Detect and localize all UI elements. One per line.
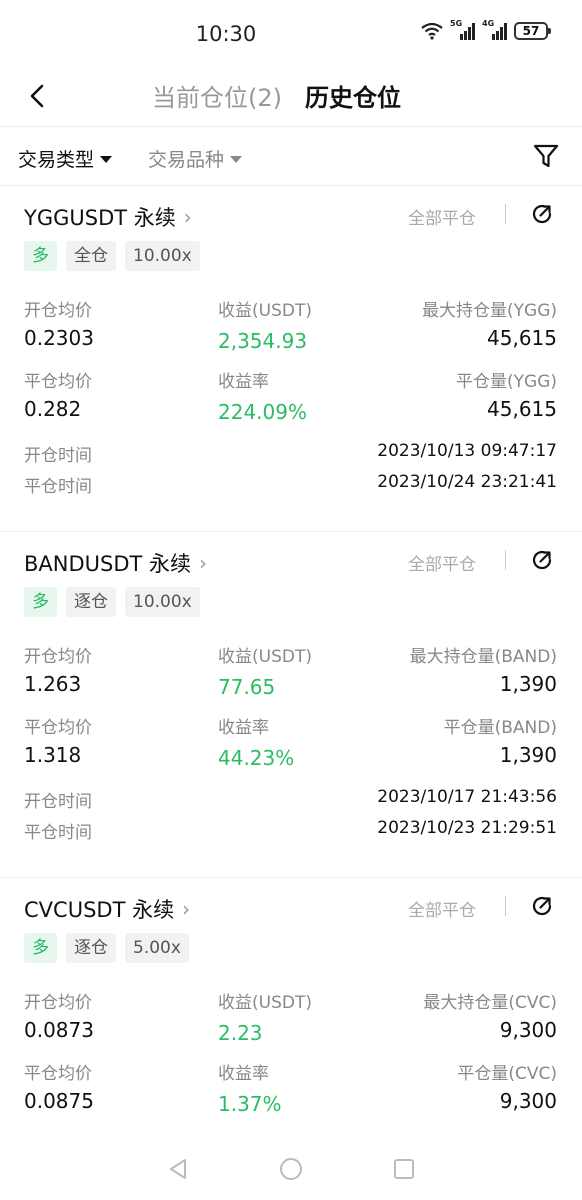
filter-bar: 交易类型 交易品种 (0, 126, 582, 186)
square-recent-icon[interactable] (393, 1158, 415, 1180)
system-nav-bar (0, 1138, 582, 1200)
chevron-left-icon[interactable] (22, 80, 54, 112)
header: 当前仓位(2) 历史仓位 (0, 66, 582, 126)
leverage-badge: 5.00x (125, 933, 189, 963)
position-title-link[interactable]: BANDUSDT 永续 › (24, 548, 207, 578)
status-bar: 10:30 5G 4G 57 (0, 0, 582, 66)
divider (505, 550, 506, 570)
close-avg-label: 平仓均价 (24, 718, 92, 738)
circle-home-icon[interactable] (279, 1157, 303, 1181)
pnl-label: 收益(USDT) (218, 647, 312, 667)
caret-down-icon (230, 156, 243, 163)
close-avg-label: 平仓均价 (24, 1064, 92, 1084)
leverage-badge: 10.00x (125, 241, 200, 271)
position-symbol: CVCUSDT 永续 (24, 898, 175, 922)
share-icon[interactable] (530, 894, 554, 918)
trade-symbol-dropdown[interactable]: 交易品种 (148, 145, 243, 172)
share-icon[interactable] (530, 548, 554, 572)
open-avg-value: 0.0873 (24, 1018, 94, 1042)
position-title-link[interactable]: YGGUSDT 永续 › (24, 202, 192, 232)
position-tags: 多 全仓 10.00x (24, 241, 200, 271)
side-badge: 多 (24, 933, 57, 963)
close-qty-label: 平仓量(BAND) (443, 718, 557, 738)
open-time-value: 2023/10/13 09:47:17 (377, 441, 557, 461)
close-time-label: 平仓时间 (24, 823, 92, 843)
close-time-value: 2023/10/23 21:29:51 (377, 818, 557, 838)
position-card: BANDUSDT 永续 › 全部平仓 多 逐仓 10.00x 开仓均价 收益(U… (0, 532, 582, 878)
divider (505, 896, 506, 916)
leverage-badge: 10.00x (125, 587, 200, 617)
status-icons: 5G 4G 57 (420, 19, 551, 40)
pnl-rate-label: 收益率 (218, 1064, 269, 1084)
open-time-label: 开仓时间 (24, 446, 92, 466)
pnl-rate-label: 收益率 (218, 718, 269, 738)
side-badge: 多 (24, 241, 57, 271)
signal-4g-icon: 4G (482, 19, 508, 40)
close-all-button[interactable]: 全部平仓 (408, 204, 476, 229)
tab-history-positions[interactable]: 历史仓位 (305, 78, 401, 113)
open-avg-label: 开仓均价 (24, 301, 92, 321)
open-avg-value: 1.263 (24, 672, 82, 696)
close-qty-value: 1,390 (499, 743, 557, 767)
pnl-value: 2,354.93 (218, 329, 308, 353)
close-time-value: 2023/10/24 23:21:41 (377, 472, 557, 492)
close-time-label: 平仓时间 (24, 477, 92, 497)
margin-mode-badge: 全仓 (66, 241, 116, 271)
tab-current-positions[interactable]: 当前仓位(2) (152, 78, 282, 113)
share-icon[interactable] (530, 202, 554, 226)
close-qty-value: 45,615 (487, 397, 557, 421)
pnl-label: 收益(USDT) (218, 301, 312, 321)
position-tags: 多 逐仓 5.00x (24, 933, 189, 963)
chevron-right-icon: › (199, 551, 208, 575)
close-avg-value: 1.318 (24, 743, 82, 767)
divider (505, 204, 506, 224)
pnl-rate-value: 44.23% (218, 746, 295, 770)
position-card: YGGUSDT 永续 › 全部平仓 多 全仓 10.00x 开仓均价 收益(US… (0, 186, 582, 532)
chevron-right-icon: › (182, 897, 191, 921)
position-symbol: BANDUSDT 永续 (24, 552, 192, 576)
position-title-link[interactable]: CVCUSDT 永续 › (24, 894, 190, 924)
pnl-rate-value: 224.09% (218, 400, 307, 424)
max-hold-value: 9,300 (499, 1018, 557, 1042)
battery-icon: 57 (514, 22, 551, 40)
funnel-icon[interactable] (532, 142, 560, 170)
pnl-rate-label: 收益率 (218, 372, 269, 392)
max-hold-label: 最大持仓量(BAND) (409, 647, 557, 667)
open-avg-label: 开仓均价 (24, 993, 92, 1013)
max-hold-label: 最大持仓量(CVC) (423, 993, 557, 1013)
position-symbol: YGGUSDT 永续 (24, 206, 176, 230)
close-qty-label: 平仓量(YGG) (456, 372, 557, 392)
open-time-label: 开仓时间 (24, 792, 92, 812)
close-all-button[interactable]: 全部平仓 (408, 896, 476, 921)
open-avg-value: 0.2303 (24, 326, 94, 350)
max-hold-label: 最大持仓量(YGG) (422, 301, 557, 321)
open-avg-label: 开仓均价 (24, 647, 92, 667)
trade-type-dropdown[interactable]: 交易类型 (18, 145, 113, 172)
pnl-label: 收益(USDT) (218, 993, 312, 1013)
max-hold-value: 45,615 (487, 326, 557, 350)
wifi-icon (420, 22, 444, 40)
pnl-value: 77.65 (218, 675, 276, 699)
position-tags: 多 逐仓 10.00x (24, 587, 200, 617)
margin-mode-badge: 逐仓 (66, 933, 116, 963)
close-qty-label: 平仓量(CVC) (457, 1064, 557, 1084)
close-avg-value: 0.282 (24, 397, 82, 421)
close-avg-label: 平仓均价 (24, 372, 92, 392)
margin-mode-badge: 逐仓 (66, 587, 116, 617)
side-badge: 多 (24, 587, 57, 617)
close-qty-value: 9,300 (499, 1089, 557, 1113)
caret-down-icon (100, 156, 113, 163)
open-time-value: 2023/10/17 21:43:56 (377, 787, 557, 807)
trade-symbol-label: 交易品种 (148, 149, 225, 171)
close-avg-value: 0.0875 (24, 1089, 94, 1113)
chevron-right-icon: › (183, 205, 192, 229)
triangle-back-icon[interactable] (167, 1158, 189, 1180)
close-all-button[interactable]: 全部平仓 (408, 550, 476, 575)
signal-5g-icon: 5G (450, 19, 476, 40)
pnl-rate-value: 1.37% (218, 1092, 282, 1116)
status-time: 10:30 (195, 22, 257, 46)
trade-type-label: 交易类型 (18, 149, 95, 171)
max-hold-value: 1,390 (499, 672, 557, 696)
pnl-value: 2.23 (218, 1021, 263, 1045)
